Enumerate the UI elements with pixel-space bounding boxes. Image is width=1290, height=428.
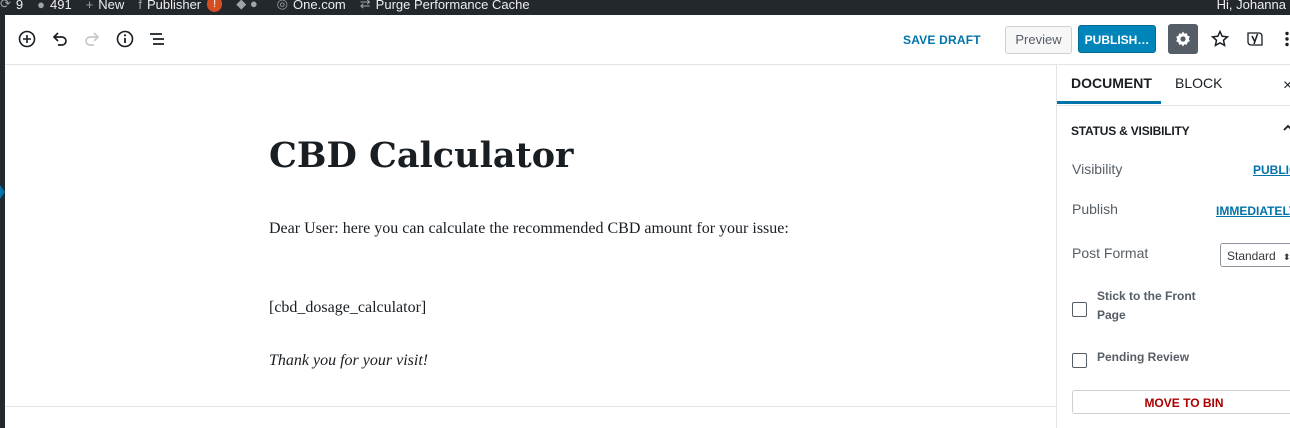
- comments-count: 491: [50, 0, 72, 12]
- pending-review-label: Pending Review: [1097, 350, 1190, 364]
- purge-icon: ⇄: [359, 0, 371, 11]
- post-format-label: Post Format: [1072, 245, 1149, 261]
- admin-bar-extra[interactable]: ◆ ●: [236, 0, 262, 12]
- yoast-icon: [1247, 32, 1263, 46]
- editor-canvas: CBD Calculator Dear User: here you can c…: [5, 65, 1056, 428]
- admin-bar-purge[interactable]: ⇄ Purge Performance Cache: [360, 0, 530, 12]
- publish-button[interactable]: PUBLISH…: [1078, 25, 1156, 53]
- shortcode-paragraph-block[interactable]: [cbd_dosage_calculator]: [269, 295, 426, 320]
- settings-toggle-button[interactable]: [1168, 24, 1198, 54]
- star-button[interactable]: [1208, 27, 1232, 51]
- publisher-badge: !: [207, 0, 223, 12]
- status-visibility-panel-title[interactable]: STATUS & VISIBILITY: [1071, 124, 1190, 138]
- sticky-label: Stick to the Front Page: [1097, 289, 1196, 322]
- star-icon: [1210, 29, 1230, 47]
- updates-icon: ⟳: [0, 0, 11, 11]
- redo-button[interactable]: [80, 27, 104, 51]
- move-to-bin-button[interactable]: MOVE TO BIN: [1072, 390, 1290, 414]
- save-draft-button[interactable]: SAVE DRAFT: [903, 29, 981, 51]
- tab-block[interactable]: BLOCK: [1175, 75, 1222, 91]
- redo-icon: [85, 32, 100, 46]
- visibility-toggle[interactable]: PUBLIC: [1253, 163, 1290, 177]
- settings-sidebar: DOCUMENT BLOCK × STATUS & VISIBILITY Vis…: [1056, 65, 1290, 428]
- close-icon[interactable]: ×: [1283, 77, 1290, 95]
- sticky-checkbox[interactable]: [1072, 302, 1087, 317]
- admin-bar-comments[interactable]: ● 491: [37, 0, 72, 12]
- undo-icon: [52, 32, 67, 46]
- publisher-label: Publisher: [146, 0, 202, 12]
- admin-bar: ⟳ 9 ● 491 + New f Publisher ! ◆ ● ◎ One.…: [0, 0, 1290, 15]
- publish-date-label: Publish: [1072, 201, 1118, 217]
- pending-review-checkbox[interactable]: [1072, 353, 1087, 368]
- site-icon: ◎: [276, 0, 289, 11]
- chevron-up-icon[interactable]: [1282, 122, 1290, 137]
- add-block-button[interactable]: [15, 27, 39, 51]
- post-format-select[interactable]: Standard ⬍: [1220, 243, 1290, 267]
- admin-bar-publisher[interactable]: f Publisher !: [138, 0, 223, 12]
- editor-divider: [5, 406, 1056, 407]
- post-format-value: Standard: [1227, 249, 1276, 263]
- post-title[interactable]: CBD Calculator: [269, 135, 574, 176]
- admin-bar-new[interactable]: + New: [86, 0, 125, 12]
- plus-circle-icon: [18, 30, 36, 48]
- plugin-icon: ◆ ●: [236, 0, 258, 11]
- info-icon: [116, 30, 134, 48]
- site-label: One.com: [293, 0, 346, 12]
- admin-bar-updates[interactable]: ⟳ 9: [0, 0, 23, 12]
- comment-icon: ●: [37, 0, 45, 12]
- block-navigation-button[interactable]: [145, 27, 169, 51]
- list-view-icon: [150, 33, 164, 45]
- gear-icon: [1176, 31, 1190, 47]
- sidebar-tabs: DOCUMENT BLOCK ×: [1057, 65, 1290, 106]
- more-tools-button[interactable]: [1275, 27, 1290, 51]
- preview-button[interactable]: Preview: [1005, 26, 1072, 54]
- closing-paragraph-block[interactable]: Thank you for your visit!: [269, 348, 428, 373]
- yoast-seo-button[interactable]: [1243, 27, 1267, 51]
- paragraph-block[interactable]: Dear User: here you can calculate the re…: [269, 216, 799, 241]
- visibility-label: Visibility: [1072, 161, 1123, 177]
- vertical-ellipsis-icon: [1285, 31, 1289, 47]
- tab-document[interactable]: DOCUMENT: [1071, 75, 1152, 91]
- admin-bar-site[interactable]: ◎ One.com: [277, 0, 346, 12]
- select-arrows-icon: ⬍: [1283, 252, 1290, 262]
- admin-bar-account[interactable]: Hi, Johanna: [1217, 0, 1290, 14]
- facebook-icon: f: [138, 0, 142, 12]
- undo-button[interactable]: [48, 27, 72, 51]
- greeting: Hi, Johanna: [1216, 0, 1286, 12]
- updates-count: 9: [15, 0, 24, 12]
- purge-label: Purge Performance Cache: [375, 0, 530, 12]
- active-tab-indicator: [1057, 101, 1161, 104]
- editor-header-toolbar: SAVE DRAFT Preview PUBLISH…: [5, 15, 1290, 65]
- content-info-button[interactable]: [113, 27, 137, 51]
- new-label: New: [98, 0, 125, 12]
- plus-icon: +: [85, 0, 94, 12]
- publish-date-toggle[interactable]: IMMEDIATELY: [1216, 204, 1290, 218]
